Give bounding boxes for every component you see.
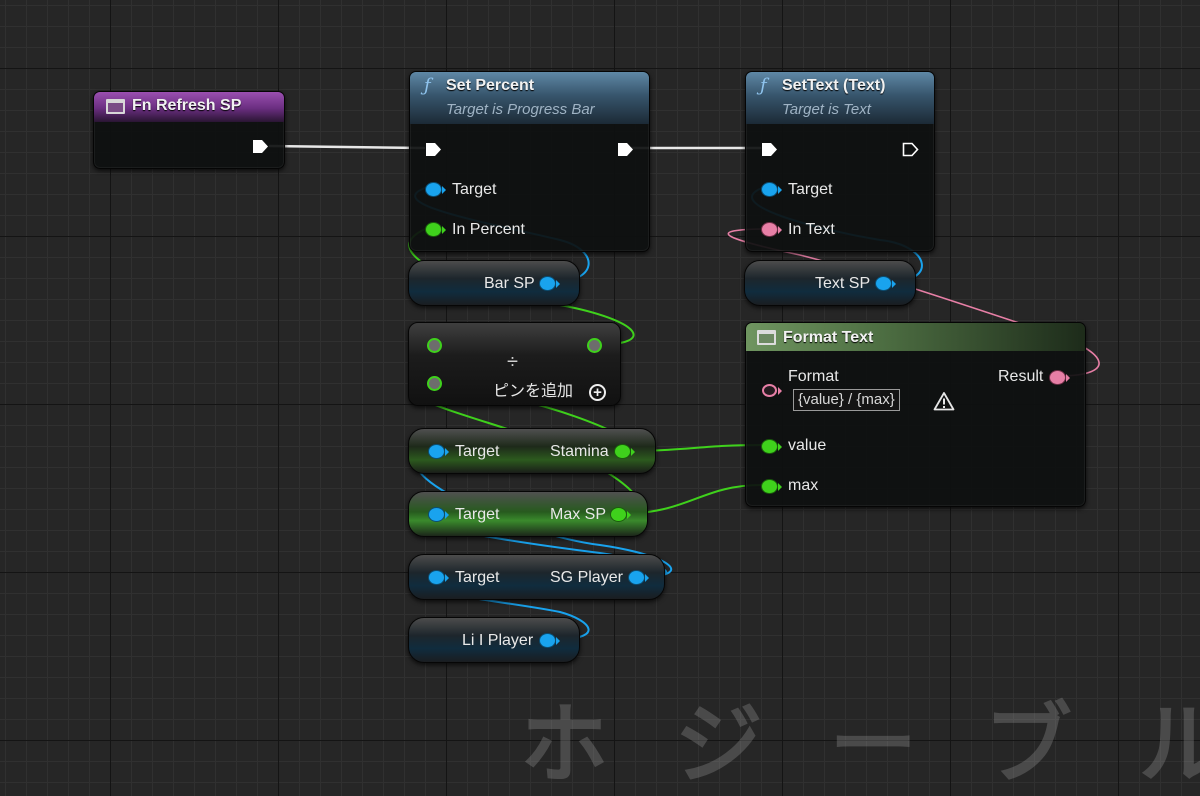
exec-wire — [268, 144, 426, 150]
divide-input-a-pin[interactable] — [427, 338, 442, 353]
target-pin[interactable] — [762, 183, 777, 196]
graph-watermark: ホ ジ ー ブ ル — [520, 693, 1200, 796]
target-label: Target — [452, 181, 497, 198]
variable-label: Li I Player — [462, 632, 534, 649]
set-text-node[interactable]: ƒ SetText (Text) Target is Text Target I… — [745, 71, 935, 252]
exec-in-pin[interactable] — [761, 142, 778, 157]
max-sp-output-pin[interactable] — [611, 508, 626, 521]
target-pin[interactable] — [429, 508, 444, 521]
text-sp-variable-node[interactable]: Text SP — [744, 260, 916, 306]
get-max-sp-node[interactable]: Target Max SP — [408, 491, 648, 537]
get-stamina-node[interactable]: Target Stamina — [408, 428, 656, 474]
target-pin[interactable] — [429, 571, 444, 584]
format-label: Format — [788, 368, 839, 385]
bar-sp-output-pin[interactable] — [540, 277, 555, 290]
target-label: Target — [455, 443, 500, 460]
pin-arrow — [645, 574, 649, 582]
pin-arrow — [778, 387, 782, 395]
function-icon: ƒ — [760, 75, 767, 96]
node-title: SetText (Text) — [782, 77, 886, 94]
divide-node[interactable]: ÷ ピンを追加 + — [408, 322, 621, 406]
stamina-output-pin[interactable] — [615, 445, 630, 458]
divide-icon: ÷ — [507, 351, 518, 373]
pin-arrow — [556, 637, 560, 645]
warning-icon — [933, 392, 955, 411]
result-output-pin[interactable] — [1050, 371, 1065, 384]
node-header: ƒ Set Percent Target is Progress Bar — [410, 72, 649, 124]
node-title: Format Text — [783, 329, 874, 346]
bar-sp-variable-node[interactable]: Bar SP — [408, 260, 580, 306]
pin-arrow — [778, 226, 782, 234]
value-input-pin[interactable] — [762, 440, 777, 453]
exec-out-pin[interactable] — [617, 142, 634, 157]
in-text-pin[interactable] — [762, 223, 777, 236]
node-header: Fn Refresh SP — [94, 92, 284, 122]
format-text-icon — [757, 330, 776, 345]
exec-out-pin[interactable] — [902, 142, 919, 157]
li-i-player-output-pin[interactable] — [540, 634, 555, 647]
pin-arrow — [445, 574, 449, 582]
pin-arrow — [442, 226, 446, 234]
target-label: Target — [455, 506, 500, 523]
function-icon: ƒ — [424, 75, 431, 96]
node-subtitle: Target is Text — [782, 101, 871, 118]
node-title: Set Percent — [446, 77, 535, 94]
li-i-player-variable-node[interactable]: Li I Player — [408, 617, 580, 663]
format-text-node[interactable]: Format Text Format {value} / {max} Resul… — [745, 322, 1086, 507]
pin-arrow — [892, 280, 896, 288]
pin-arrow — [778, 483, 782, 491]
format-input-pin[interactable] — [762, 384, 777, 397]
pin-arrow — [1066, 374, 1070, 382]
pin-arrow — [631, 448, 635, 456]
divide-output-pin[interactable] — [587, 338, 602, 353]
pin-arrow — [778, 443, 782, 451]
node-header: Format Text — [746, 323, 1085, 351]
pin-arrow — [556, 280, 560, 288]
node-subtitle: Target is Progress Bar — [446, 101, 595, 118]
pin-arrow — [445, 511, 449, 519]
event-icon — [106, 99, 125, 114]
max-input-pin[interactable] — [762, 480, 777, 493]
result-label: Result — [998, 368, 1044, 385]
output-label: Stamina — [550, 443, 609, 460]
variable-label: Bar SP — [484, 275, 535, 292]
value-label: value — [788, 437, 827, 454]
exec-in-pin[interactable] — [425, 142, 442, 157]
target-pin[interactable] — [426, 183, 441, 196]
divide-input-b-pin[interactable] — [427, 376, 442, 391]
exec-out-pin[interactable] — [252, 139, 269, 154]
node-title: Fn Refresh SP — [132, 97, 242, 114]
output-label: SG Player — [550, 569, 623, 586]
variable-label: Text SP — [815, 275, 871, 292]
node-header: ƒ SetText (Text) Target is Text — [746, 72, 934, 124]
set-percent-node[interactable]: ƒ Set Percent Target is Progress Bar Tar… — [409, 71, 650, 252]
sg-player-output-pin[interactable] — [629, 571, 644, 584]
target-label: Target — [455, 569, 500, 586]
in-text-label: In Text — [788, 221, 835, 238]
add-pin-icon[interactable]: + — [589, 384, 606, 401]
target-label: Target — [788, 181, 833, 198]
output-label: Max SP — [550, 506, 607, 523]
target-pin[interactable] — [429, 445, 444, 458]
pin-arrow — [445, 448, 449, 456]
get-sg-player-node[interactable]: Target SG Player — [408, 554, 665, 600]
max-label: max — [788, 477, 819, 494]
pin-arrow — [778, 186, 782, 194]
pin-arrow — [627, 511, 631, 519]
in-percent-pin[interactable] — [426, 223, 441, 236]
pin-arrow — [442, 186, 446, 194]
fn-refresh-sp-node[interactable]: Fn Refresh SP — [93, 91, 285, 169]
text-sp-output-pin[interactable] — [876, 277, 891, 290]
format-pattern-input[interactable]: {value} / {max} — [793, 389, 900, 411]
in-percent-label: In Percent — [452, 221, 525, 238]
add-pin-label[interactable]: ピンを追加 — [493, 383, 573, 401]
